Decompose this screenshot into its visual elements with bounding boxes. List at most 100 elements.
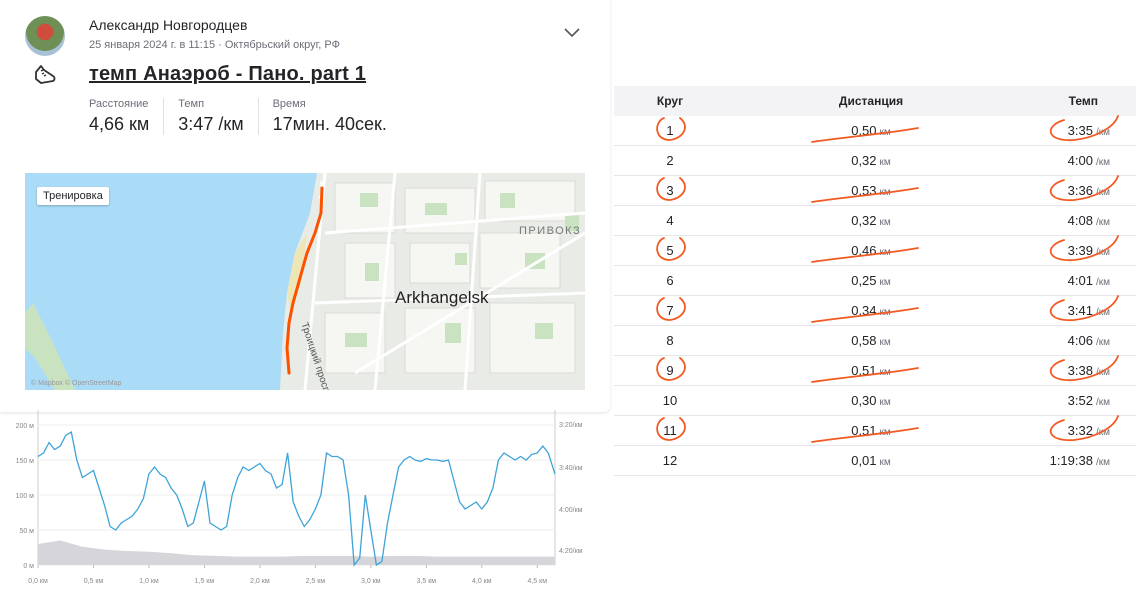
stat-value: 3:47 /км xyxy=(178,114,244,134)
lap-row[interactable]: 2 0,32 км 4:00/км xyxy=(614,146,1136,176)
lap-pace: 4:00/км xyxy=(1016,153,1136,168)
lap-row[interactable]: 10 0,30 км 3:52/км xyxy=(614,386,1136,416)
lap-distance: 0,51 км xyxy=(726,363,1016,378)
stat-time: Время 17мин. 40сек. xyxy=(273,98,401,135)
lap-number-value: 11 xyxy=(663,423,677,438)
lap-number: 10 xyxy=(614,393,726,408)
stat-label: Расстояние xyxy=(89,98,149,110)
laps-header: Круг Дистанция Темп xyxy=(614,86,1136,116)
lap-number: 3 xyxy=(614,183,726,198)
lap-pace-value: 3:32 xyxy=(1067,423,1093,438)
lap-pace: 3:52/км xyxy=(1016,393,1136,408)
lap-row[interactable]: 9 0,51 км 3:38/км xyxy=(614,356,1136,386)
lap-pace-value: 3:39 xyxy=(1067,243,1093,258)
laps-body: 1 0,50 км 3:35/км 2 0,32 км 4:00/км 3 0,53 км 3:36/… xyxy=(614,116,1136,476)
header-pace[interactable]: Темп xyxy=(1016,94,1136,108)
x-tick-label: 3,0 км xyxy=(361,578,381,585)
lap-pace-value: 3:36 xyxy=(1067,183,1093,198)
lap-distance-value: 0,30 xyxy=(851,393,877,408)
pace-unit: /км xyxy=(1095,427,1110,438)
lap-distance: 0,58 км xyxy=(726,333,1016,348)
stats-row: Расстояние 4,66 км Темп 3:47 /км Время 1… xyxy=(89,98,415,135)
lap-pace: 3:39/км xyxy=(1016,243,1136,258)
x-tick-label: 4,5 км xyxy=(527,578,547,585)
lap-number-value: 1 xyxy=(666,123,674,138)
lap-pace-value: 4:00 xyxy=(1067,153,1093,168)
elevation-pace-chart[interactable]: 200 м 150 м 100 м 50 м 0 м 3:20/км 3:40/км 4:00… xyxy=(10,405,600,595)
lap-row[interactable]: 3 0,53 км 3:36/км xyxy=(614,176,1136,206)
route-map[interactable]: Тренировка ПРИВОКЗ Arkhangelsk Троицкий … xyxy=(25,173,585,390)
y-tick-label-left: 0 м xyxy=(23,563,34,570)
lap-distance-value: 0,32 xyxy=(851,153,877,168)
lap-distance-value: 0,50 xyxy=(851,123,877,138)
pace-unit: /км xyxy=(1095,187,1110,198)
lap-number: 1 xyxy=(614,123,726,138)
lap-distance: 0,34 км xyxy=(726,303,1016,318)
author-name[interactable]: Александр Новгородцев xyxy=(89,17,247,33)
lap-distance: 0,46 км xyxy=(726,243,1016,258)
pace-line xyxy=(37,430,556,567)
chevron-down-icon[interactable] xyxy=(562,24,582,40)
map-credit: © Mapbox © OpenStreetMap xyxy=(31,380,122,387)
pace-unit: /км xyxy=(1095,397,1110,408)
lap-row[interactable]: 6 0,25 км 4:01/км xyxy=(614,266,1136,296)
header-lap[interactable]: Круг xyxy=(614,94,726,108)
lap-row[interactable]: 8 0,58 км 4:06/км xyxy=(614,326,1136,356)
lap-pace-value: 3:38 xyxy=(1067,363,1093,378)
activity-title[interactable]: темп Анаэроб - Пано. part 1 xyxy=(89,63,366,86)
elevation-area xyxy=(38,540,555,565)
y-tick-label-right: 3:20/км xyxy=(559,422,583,429)
lap-pace: 3:41/км xyxy=(1016,303,1136,318)
pace-unit: /км xyxy=(1095,337,1110,348)
lap-distance: 0,53 км xyxy=(726,183,1016,198)
laps-table: Круг Дистанция Темп 1 0,50 км 3:35/км 2 0,32 к… xyxy=(614,86,1136,476)
activity-card: Александр Новгородцев 25 января 2024 г. … xyxy=(0,0,610,412)
lap-number: 12 xyxy=(614,453,726,468)
distance-unit: км xyxy=(879,247,891,258)
lap-number-value: 5 xyxy=(666,243,674,258)
y-tick-label-left: 200 м xyxy=(16,423,35,430)
x-tick-label: 3,5 км xyxy=(417,578,437,585)
x-tick-label: 1,0 км xyxy=(139,578,159,585)
lap-row[interactable]: 1 0,50 км 3:35/км xyxy=(614,116,1136,146)
lap-pace: 1:19:38/км xyxy=(1016,453,1136,468)
pace-unit: /км xyxy=(1095,247,1110,258)
lap-row[interactable]: 12 0,01 км 1:19:38/км xyxy=(614,446,1136,476)
map-canvas xyxy=(25,173,585,390)
lap-distance-value: 0,32 xyxy=(851,213,877,228)
x-tick-label: 4,0 км xyxy=(472,578,492,585)
y-tick-label-left: 50 м xyxy=(19,528,34,535)
lap-pace: 3:36/км xyxy=(1016,183,1136,198)
distance-unit: км xyxy=(879,427,891,438)
lap-row[interactable]: 7 0,34 км 3:41/км xyxy=(614,296,1136,326)
pace-unit: /км xyxy=(1095,367,1110,378)
stat-pace: Темп 3:47 /км xyxy=(178,98,259,135)
distance-unit: км xyxy=(879,277,891,288)
lap-distance: 0,01 км xyxy=(726,453,1016,468)
pace-unit: /км xyxy=(1095,277,1110,288)
lap-number-value: 4 xyxy=(666,213,674,228)
lap-row[interactable]: 5 0,46 км 3:39/км xyxy=(614,236,1136,266)
lap-row[interactable]: 11 0,51 км 3:32/км xyxy=(614,416,1136,446)
pace-unit: /км xyxy=(1095,127,1110,138)
lap-row[interactable]: 4 0,32 км 4:08/км xyxy=(614,206,1136,236)
y-tick-label-right: 4:00/км xyxy=(559,507,583,514)
header-distance[interactable]: Дистанция xyxy=(726,94,1016,108)
lap-number: 2 xyxy=(614,153,726,168)
map-city-label: Arkhangelsk xyxy=(395,288,489,307)
lap-distance: 0,50 км xyxy=(726,123,1016,138)
lap-number-value: 3 xyxy=(666,183,674,198)
lap-distance-value: 0,51 xyxy=(851,423,877,438)
pace-unit: /км xyxy=(1095,217,1110,228)
pace-unit: /км xyxy=(1095,457,1110,468)
stat-distance: Расстояние 4,66 км xyxy=(89,98,165,135)
stat-value: 17мин. 40сек. xyxy=(272,114,387,134)
avatar[interactable] xyxy=(25,16,65,56)
distance-unit: км xyxy=(879,187,891,198)
pace-unit: /км xyxy=(1095,307,1110,318)
lap-number: 11 xyxy=(614,423,726,438)
y-tick-label-left: 100 м xyxy=(16,493,35,500)
lap-distance: 0,32 км xyxy=(726,213,1016,228)
y-tick-label-right: 3:40/км xyxy=(559,465,583,472)
lap-distance-value: 0,34 xyxy=(851,303,877,318)
